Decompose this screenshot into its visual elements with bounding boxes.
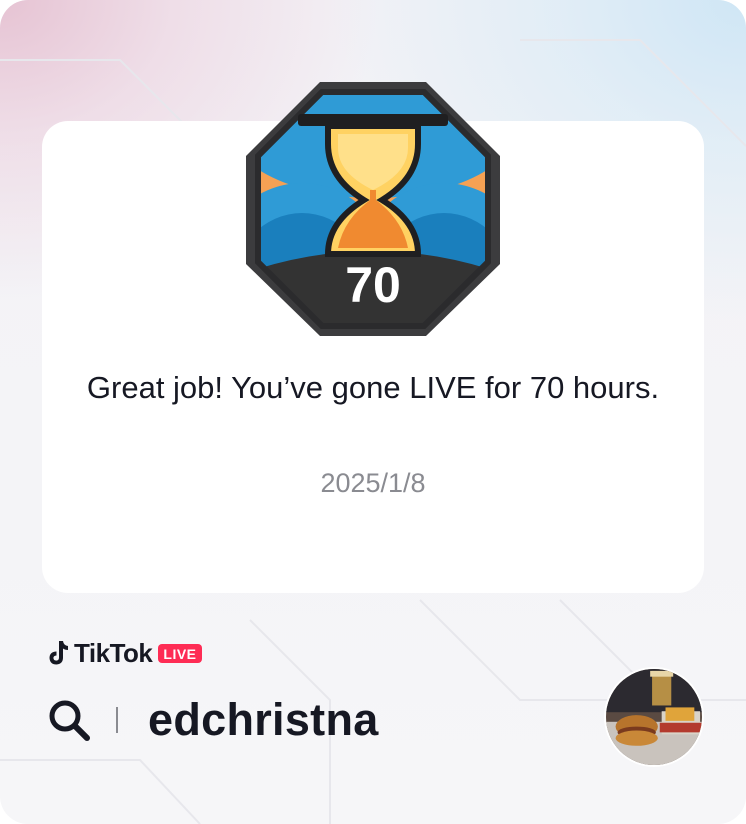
live-tag: LIVE bbox=[158, 643, 202, 663]
avatar[interactable] bbox=[604, 667, 704, 767]
tiktok-logo-icon bbox=[49, 641, 68, 665]
tiktok-live-brand: TikTok LIVE bbox=[46, 636, 202, 670]
achievement-message: Great job! You’ve gone LIVE for 70 hours… bbox=[86, 370, 660, 405]
search-divider bbox=[116, 707, 118, 733]
achievement-share-screen: 70 Great job! You’ve gone LIVE for 70 ho… bbox=[0, 0, 746, 824]
badge-number: 70 bbox=[345, 257, 401, 313]
hourglass-icon: 70 bbox=[246, 82, 500, 336]
search-username[interactable]: edchristna bbox=[148, 694, 379, 746]
search-icon bbox=[49, 700, 90, 741]
achievement-date: 2025/1/8 bbox=[320, 468, 426, 498]
search-row[interactable]: edchristna bbox=[46, 688, 379, 752]
tiktok-wordmark: TikTok bbox=[74, 637, 153, 668]
